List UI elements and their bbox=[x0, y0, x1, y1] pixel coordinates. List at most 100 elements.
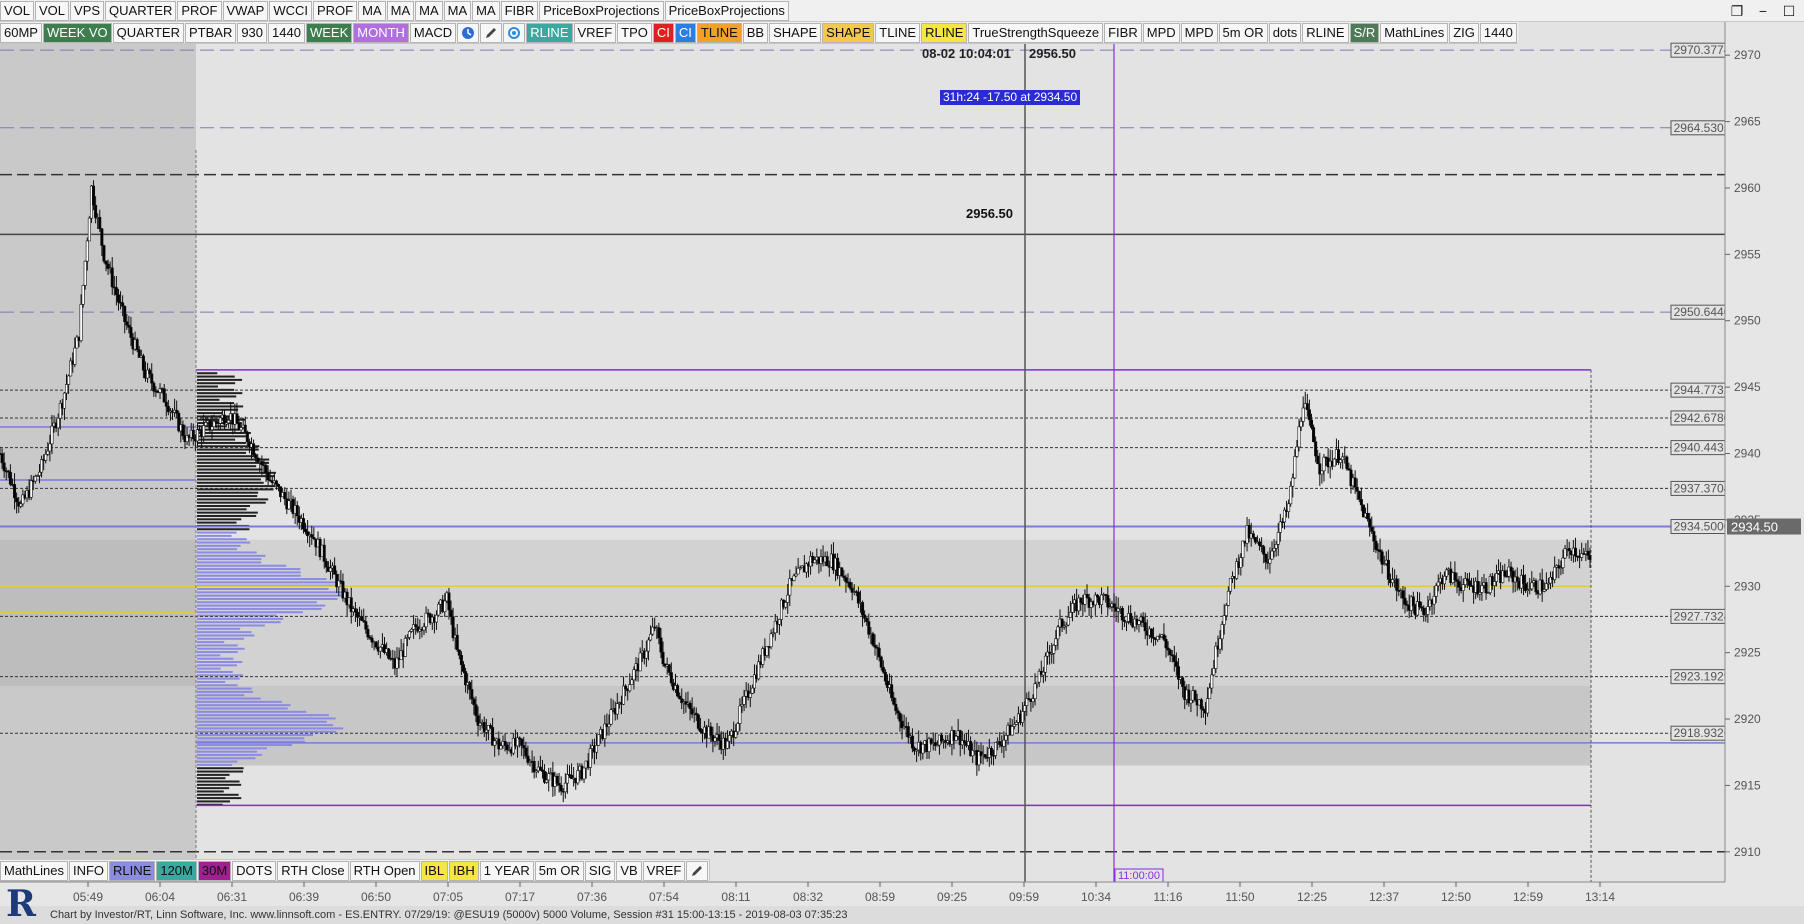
indicator-button[interactable]: MPD bbox=[1180, 22, 1218, 43]
indicator-button[interactable]: VPS bbox=[70, 0, 105, 21]
minimize-icon[interactable]: − bbox=[1752, 1, 1774, 21]
indicator-button[interactable]: CI bbox=[674, 22, 696, 43]
indicator-button[interactable]: VWAP bbox=[222, 0, 269, 21]
indicator-button[interactable]: VREF bbox=[642, 860, 686, 881]
indicator-button[interactable]: MA bbox=[443, 0, 472, 21]
candle-body bbox=[374, 641, 378, 648]
indicator-button[interactable]: PriceBoxProjections bbox=[664, 0, 789, 21]
clock-icon[interactable] bbox=[457, 22, 480, 43]
indicator-button[interactable]: WEEK VO bbox=[42, 22, 112, 43]
indicator-button[interactable]: 930 bbox=[237, 22, 268, 43]
indicator-button[interactable]: SHAPE bbox=[822, 22, 875, 43]
candle-body bbox=[40, 459, 44, 473]
indicator-button[interactable]: RTH Open bbox=[349, 860, 420, 881]
indicator-button[interactable]: WCCI bbox=[269, 0, 312, 21]
indicator-button[interactable]: 60MP bbox=[0, 22, 42, 43]
indicator-button[interactable]: TPO bbox=[617, 22, 652, 43]
volume-profile-bar bbox=[197, 508, 247, 511]
candle-body bbox=[1305, 403, 1309, 410]
restore-icon[interactable]: ❐ bbox=[1726, 1, 1748, 21]
indicator-button[interactable]: TrueStrengthSqueeze bbox=[968, 22, 1104, 43]
indicator-button[interactable]: 1440 bbox=[1479, 22, 1517, 43]
indicator-button[interactable]: MONTH bbox=[353, 22, 409, 43]
indicator-button[interactable]: SHAPE bbox=[769, 22, 822, 43]
indicator-button[interactable]: MA bbox=[472, 0, 500, 21]
indicator-button[interactable]: RLINE bbox=[109, 860, 156, 881]
candle-body bbox=[676, 685, 680, 697]
volume-profile-bar bbox=[197, 601, 317, 604]
indicator-button[interactable]: RLINE bbox=[526, 22, 573, 43]
measure-tool-box[interactable]: 31h:24 -17.50 at 2934.50 bbox=[940, 90, 1081, 105]
indicator-button[interactable]: PROF bbox=[312, 0, 358, 21]
indicator-button[interactable]: MathLines bbox=[0, 860, 68, 881]
indicator-button[interactable]: BB bbox=[742, 22, 769, 43]
indicator-button[interactable]: MA bbox=[415, 0, 443, 21]
indicator-button[interactable]: INFO bbox=[68, 860, 109, 881]
x-tick-label: 07:54 bbox=[649, 890, 679, 904]
indicator-button[interactable]: 1 YEAR bbox=[479, 860, 534, 881]
candle-body bbox=[1043, 655, 1047, 673]
y-tick-label: 2915 bbox=[1734, 778, 1761, 792]
volume-profile-bar bbox=[197, 757, 256, 760]
indicator-button[interactable]: MathLines bbox=[1380, 22, 1449, 43]
indicator-button[interactable]: QUARTER bbox=[112, 22, 184, 43]
indicator-button[interactable]: dots bbox=[1268, 22, 1302, 43]
candle-body bbox=[736, 723, 740, 733]
indicator-button[interactable]: MPD bbox=[1142, 22, 1180, 43]
volume-profile-bar bbox=[197, 684, 238, 687]
price-chart[interactable]: 2970.3774 2964.5305 2950.6440 2944.7732 2942… bbox=[0, 0, 1804, 924]
indicator-button[interactable]: CI bbox=[652, 22, 674, 43]
indicator-button[interactable]: VOL bbox=[0, 0, 35, 21]
indicator-button[interactable]: DOTS bbox=[232, 860, 277, 881]
candle-body bbox=[470, 689, 474, 700]
price-level-label: 2937.3704 bbox=[1674, 481, 1731, 495]
volume-profile-bar bbox=[197, 800, 230, 803]
candle-body bbox=[44, 453, 48, 461]
indicator-button[interactable]: PROF bbox=[177, 0, 222, 21]
indicator-button[interactable]: 30M bbox=[197, 860, 232, 881]
indicator-button[interactable]: FIBR bbox=[1104, 22, 1142, 43]
indicator-button[interactable]: MACD bbox=[409, 22, 457, 43]
indicator-button[interactable]: PTBAR bbox=[184, 22, 237, 43]
indicator-button[interactable]: S/R bbox=[1349, 22, 1380, 43]
volume-profile-bar bbox=[197, 412, 223, 415]
indicator-button[interactable]: 1440 bbox=[268, 22, 305, 43]
indicator-button[interactable]: IBL bbox=[420, 860, 449, 881]
refresh-icon[interactable] bbox=[503, 22, 526, 43]
indicator-button[interactable]: VB bbox=[616, 860, 642, 881]
candle-body bbox=[1357, 491, 1361, 500]
candle-body bbox=[8, 471, 12, 485]
indicator-button[interactable]: FIBR bbox=[500, 0, 539, 21]
indicator-button[interactable]: 120M bbox=[156, 860, 197, 881]
indicator-button[interactable]: VREF bbox=[573, 22, 617, 43]
indicator-button[interactable]: MA bbox=[386, 0, 415, 21]
indicator-button[interactable]: MA bbox=[358, 0, 386, 21]
indicator-button[interactable]: RTH Close bbox=[277, 860, 349, 881]
pencil-icon[interactable] bbox=[480, 22, 503, 43]
indicator-button[interactable]: TLINE bbox=[696, 22, 742, 43]
indicator-button[interactable]: 5m OR bbox=[534, 860, 584, 881]
candle-body bbox=[871, 633, 875, 646]
maximize-icon[interactable]: ☐ bbox=[1778, 1, 1800, 21]
pencil-icon[interactable] bbox=[686, 860, 709, 881]
indicator-button[interactable]: IBH bbox=[449, 860, 479, 881]
indicator-button[interactable]: TLINE bbox=[875, 22, 921, 43]
candle-body bbox=[1004, 735, 1008, 741]
candle-body bbox=[1316, 455, 1320, 464]
indicator-button[interactable]: WEEK bbox=[305, 22, 353, 43]
candle-body bbox=[1272, 548, 1276, 552]
indicator-button[interactable]: ZIG bbox=[1449, 22, 1479, 43]
indicator-button[interactable]: RLINE bbox=[1302, 22, 1349, 43]
indicator-button[interactable]: PriceBoxProjections bbox=[539, 0, 664, 21]
cursor-time-readout: 08-02 10:04:01 bbox=[922, 46, 1011, 61]
indicator-button[interactable]: VOL bbox=[35, 0, 70, 21]
volume-profile-bar bbox=[197, 548, 238, 551]
indicator-button[interactable]: RLINE bbox=[921, 22, 968, 43]
candle-body bbox=[734, 731, 738, 738]
indicator-button[interactable]: 5m OR bbox=[1218, 22, 1268, 43]
indicator-button[interactable]: SIG bbox=[584, 860, 616, 881]
candle-body bbox=[366, 628, 370, 638]
candle-body bbox=[1106, 595, 1110, 608]
volume-profile-bar bbox=[197, 687, 252, 690]
indicator-button[interactable]: QUARTER bbox=[105, 0, 177, 21]
